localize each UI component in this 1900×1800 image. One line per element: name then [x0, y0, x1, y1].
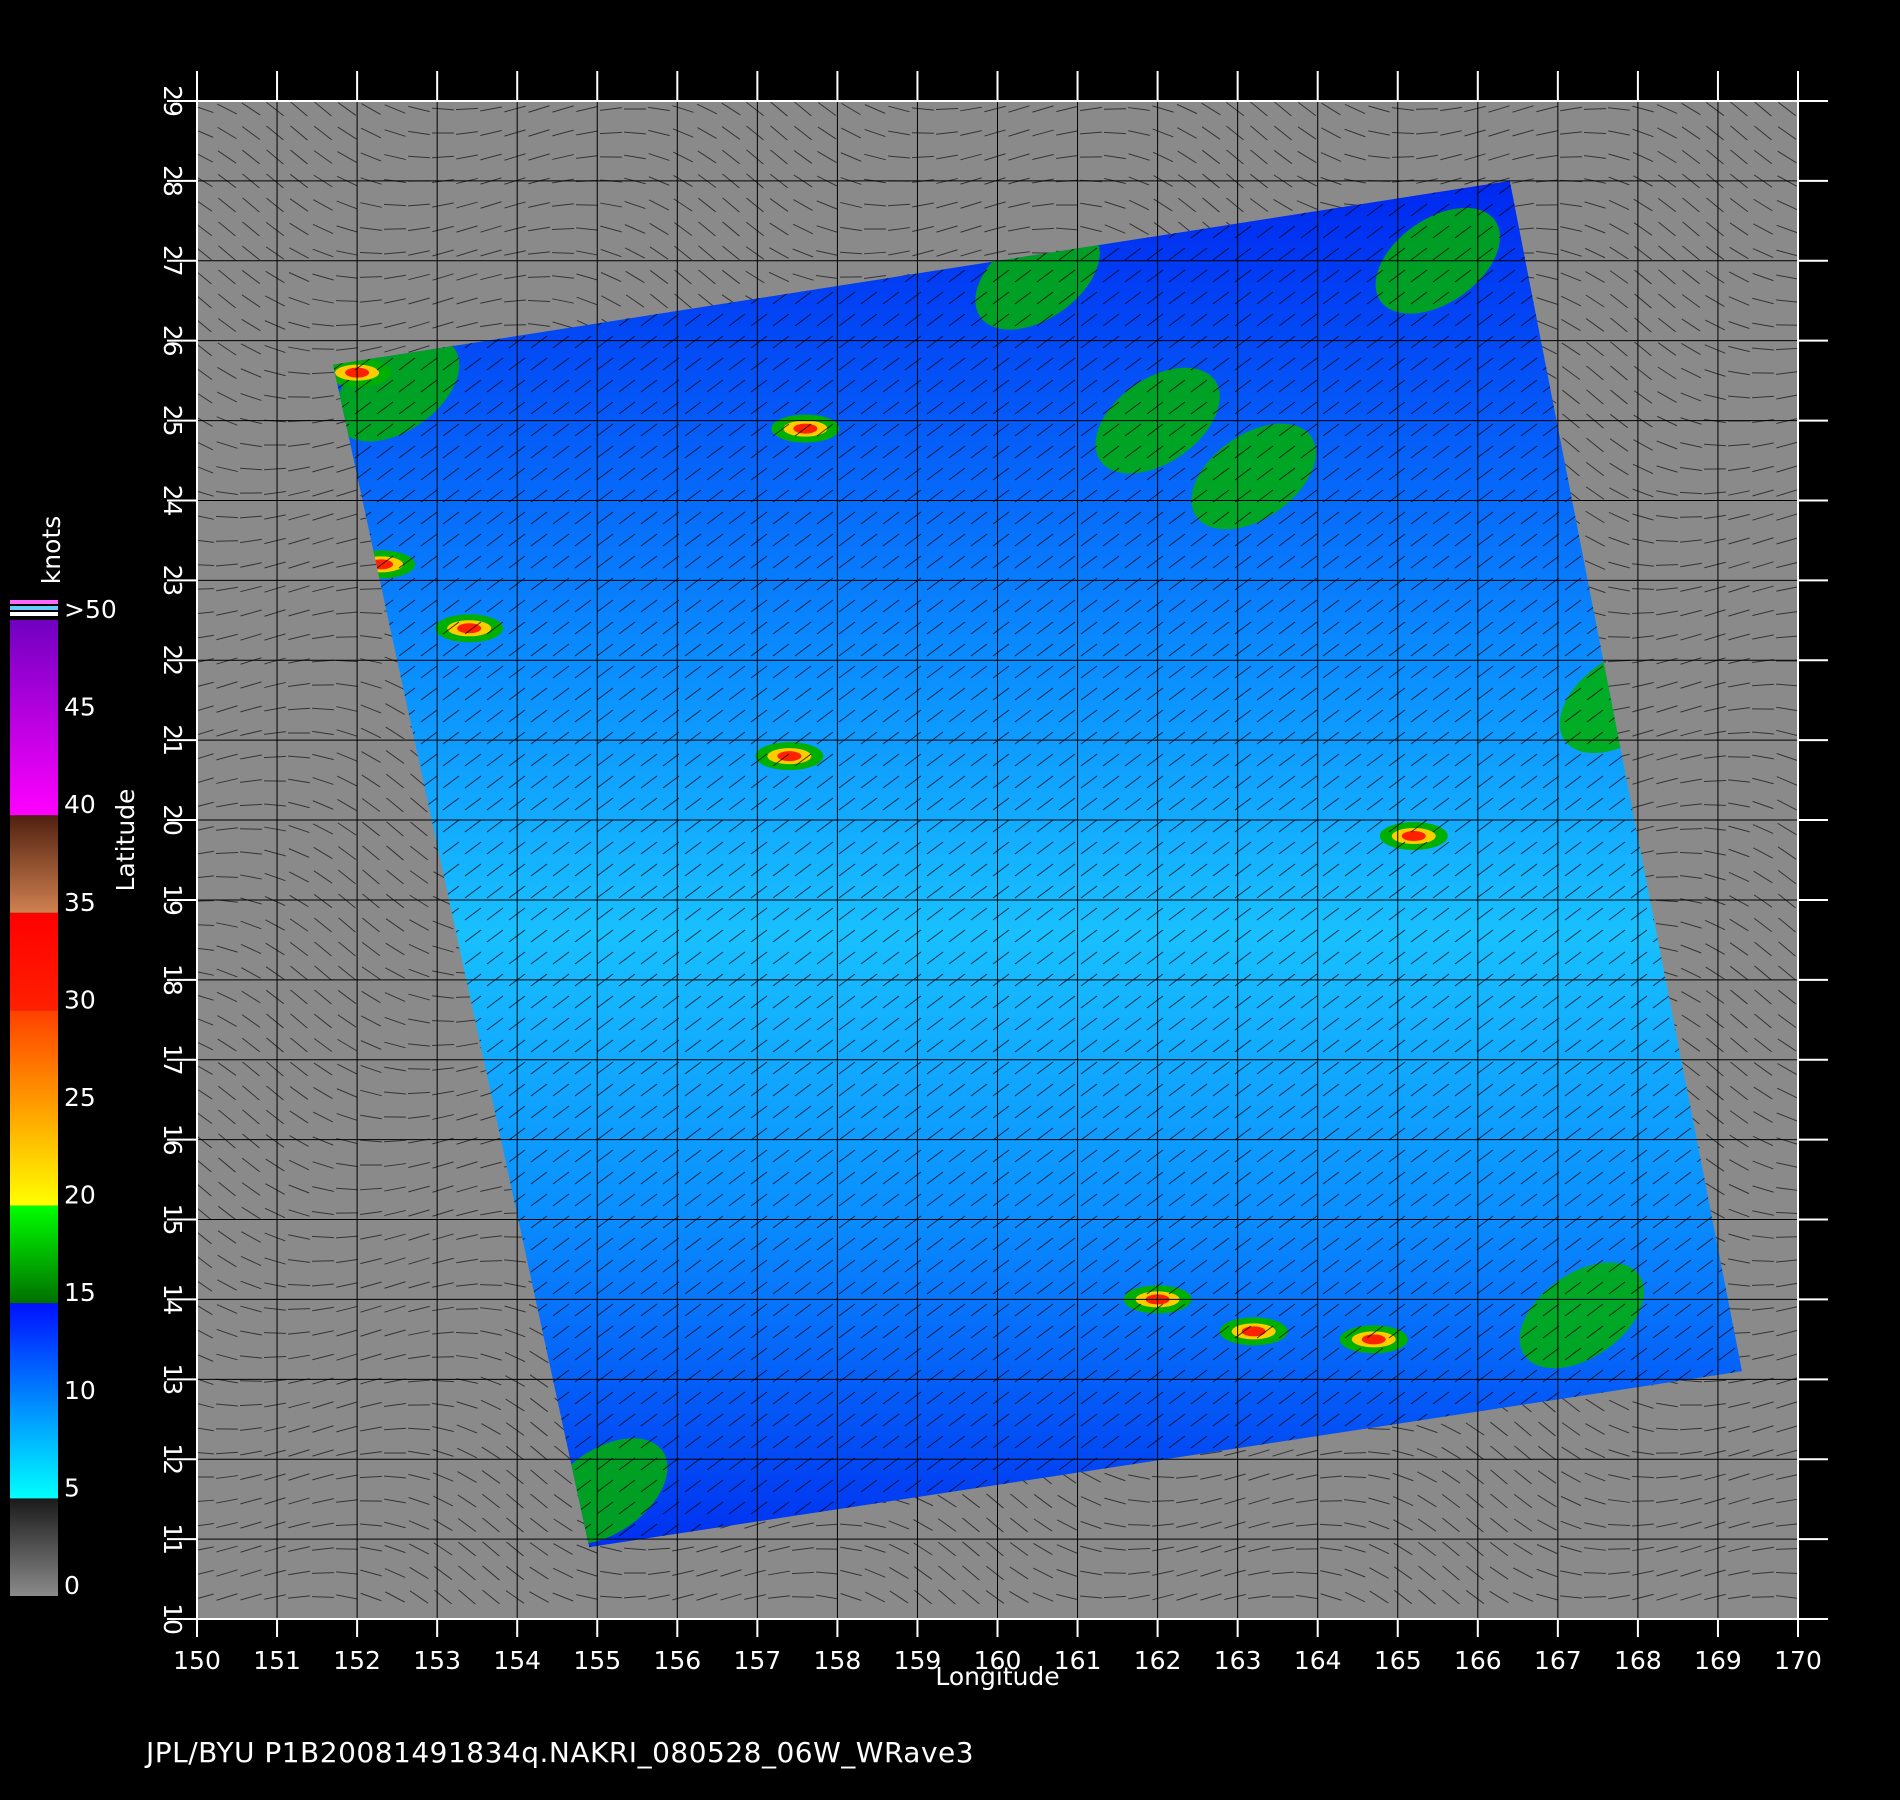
colorbar-tick-label: 40 [64, 790, 96, 819]
colorbar-cap [10, 612, 58, 616]
wind-barb [1319, 1500, 1343, 1502]
colorbar-tick-label: 45 [64, 693, 96, 722]
lon-tick-label: 153 [413, 1646, 461, 1675]
colorbar-segment [10, 620, 58, 816]
lon-tick-label: 158 [814, 1646, 862, 1675]
colorbar-segment [10, 912, 58, 1011]
colorbar-segment [10, 1010, 58, 1206]
lon-tick-label: 161 [1054, 1646, 1102, 1675]
lon-tick-label: 156 [653, 1646, 701, 1675]
wind-barb [1367, 1428, 1391, 1430]
wind-barb [311, 348, 335, 350]
lat-tick-label: 24 [158, 485, 187, 517]
lon-tick-label: 163 [1214, 1646, 1262, 1675]
lat-tick-label: 25 [158, 405, 187, 437]
lat-tick-label: 26 [158, 325, 187, 357]
lon-tick-label: 150 [173, 1646, 221, 1675]
lon-tick-label: 154 [493, 1646, 541, 1675]
wind-barb [1655, 876, 1679, 878]
lat-tick-label: 29 [158, 85, 187, 117]
footer-caption: JPL/BYU P1B20081491834q.NAKRI_080528_06W… [146, 1736, 975, 1769]
lon-tick-label: 151 [253, 1646, 301, 1675]
lat-lon-grid [196, 100, 1799, 1620]
lat-tick-label: 21 [158, 724, 187, 756]
colorbar-tick-label: 5 [64, 1473, 80, 1502]
wind-barb [239, 828, 263, 830]
lat-tick-label: 12 [158, 1443, 187, 1475]
colorbar-unit: knots [37, 516, 66, 584]
colorbar-segment [10, 1205, 58, 1304]
wind-barb [1607, 1548, 1631, 1550]
x-axis-title: Longitude [935, 1662, 1059, 1691]
lat-tick-label: 19 [158, 884, 187, 916]
wind-barb [1775, 1548, 1798, 1550]
wind-barb [1559, 156, 1583, 158]
colorbar-tick-label: 10 [64, 1376, 96, 1405]
colorbar-tick-label: 0 [64, 1571, 80, 1600]
colorbar-segment [10, 815, 58, 913]
wind-barb [1631, 588, 1655, 590]
wind-barb [455, 1308, 479, 1310]
wind-barb [359, 276, 383, 278]
lat-tick-label: 27 [158, 245, 187, 277]
lat-tick-label: 17 [158, 1044, 187, 1076]
colorbar-tick-label: 15 [64, 1278, 96, 1307]
lon-tick-label: 152 [333, 1646, 381, 1675]
y-axis-title: Latitude [111, 789, 140, 892]
colorbar-tick-label: >50 [64, 595, 117, 624]
lat-tick-label: 10 [158, 1603, 187, 1635]
wind-barb [335, 1548, 359, 1550]
colorbar: 0 5 10 15 20 25 30 35 40 45 >50 [10, 595, 117, 1600]
wind-map: 150 151 152 153 154 155 156 157 158 159 160 161 162 1… [10, 71, 1828, 1691]
lat-tick-label: 11 [158, 1523, 187, 1555]
lat-tick-label: 23 [158, 564, 187, 596]
lon-tick-label: 169 [1694, 1646, 1742, 1675]
lat-tick-label: 13 [158, 1363, 187, 1395]
colorbar-tick-label: 35 [64, 888, 96, 917]
lat-tick-label: 18 [158, 964, 187, 996]
lon-tick-label: 170 [1774, 1646, 1822, 1675]
wind-barb [1127, 1524, 1151, 1526]
lon-tick-label: 166 [1454, 1646, 1502, 1675]
colorbar-segment [10, 1303, 58, 1499]
lat-tick-label: 16 [158, 1124, 187, 1156]
colorbar-tick-label: 25 [64, 1083, 96, 1112]
colorbar-segment [10, 1498, 58, 1596]
lat-tick-label: 22 [158, 644, 187, 676]
lon-tick-label: 164 [1294, 1646, 1342, 1675]
lat-tick-label: 15 [158, 1204, 187, 1236]
colorbar-cap [10, 600, 58, 604]
colorbar-tick-label: 20 [64, 1181, 96, 1210]
wind-barb [1703, 804, 1727, 806]
lon-tick-label: 168 [1614, 1646, 1662, 1675]
lat-tick-label: 14 [158, 1284, 187, 1316]
wind-barb [1775, 1236, 1798, 1238]
wind-barb [575, 204, 599, 206]
wind-barb [1679, 516, 1703, 518]
colorbar-tick-label: 30 [64, 985, 96, 1014]
wind-barb [197, 588, 215, 590]
wind-barb [359, 588, 383, 590]
wind-barb [527, 276, 551, 278]
wind-barb [1415, 108, 1439, 110]
lat-tick-label: 28 [158, 165, 187, 197]
colorbar-cap [10, 606, 58, 610]
lon-tick-label: 155 [573, 1646, 621, 1675]
lat-tick-label: 20 [158, 804, 187, 836]
lon-tick-label: 159 [894, 1646, 942, 1675]
lon-tick-label: 157 [733, 1646, 781, 1675]
lon-tick-label: 165 [1374, 1646, 1422, 1675]
lon-tick-label: 167 [1534, 1646, 1582, 1675]
lon-tick-label: 162 [1134, 1646, 1182, 1675]
wind-barb [1727, 1308, 1751, 1310]
